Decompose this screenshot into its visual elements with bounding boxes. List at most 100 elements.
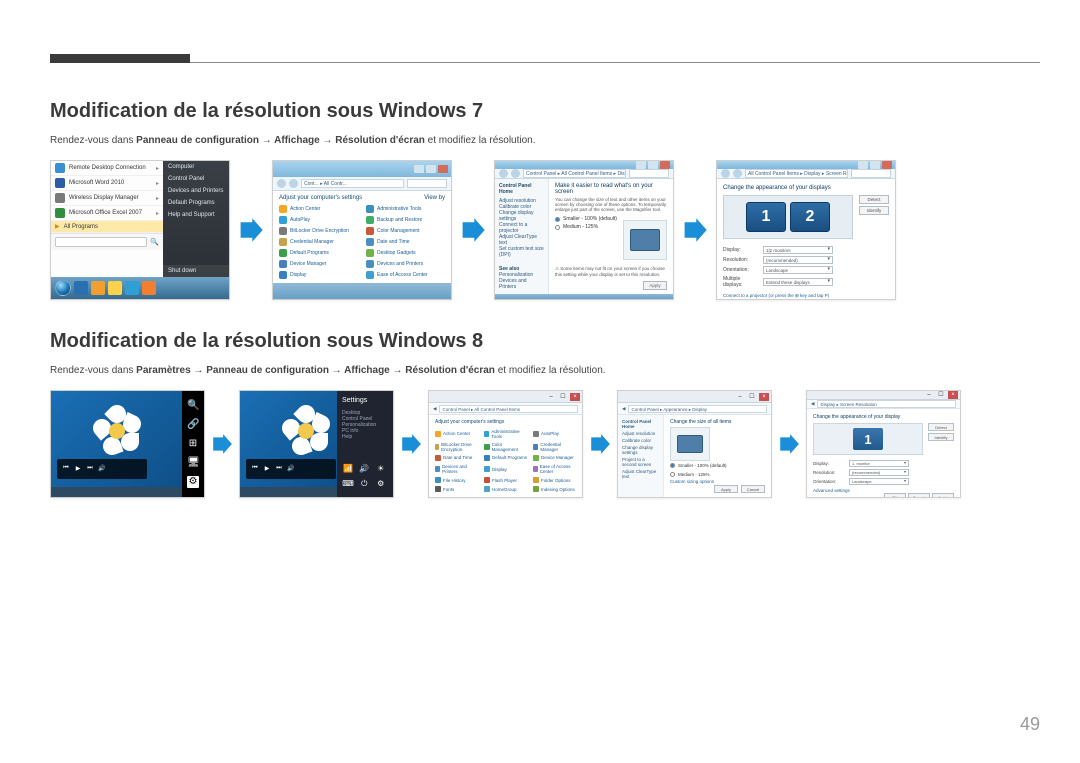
settings-tile-icon[interactable]: ⏻ <box>358 479 370 491</box>
ok-button[interactable]: OK <box>884 493 906 498</box>
start-orb-icon[interactable] <box>55 280 71 296</box>
nav-back-icon[interactable] <box>499 169 508 178</box>
maximize-icon[interactable] <box>426 165 436 173</box>
cp-item[interactable]: Device Manager <box>279 259 358 268</box>
nav-back-icon[interactable] <box>721 169 730 178</box>
player-button-icon[interactable]: ⏭ <box>86 465 94 473</box>
cp-item[interactable]: Display <box>279 270 358 279</box>
monitor-1-icon[interactable]: 1 <box>746 202 786 232</box>
minimize-icon[interactable]: – <box>546 393 556 401</box>
maximize-icon[interactable]: ☐ <box>747 393 757 401</box>
nav-fwd-icon[interactable] <box>733 169 742 178</box>
display-dropdown[interactable]: 1. monitor <box>849 460 909 467</box>
size-option-medium[interactable]: Medium - 125% <box>670 472 765 477</box>
cp-item[interactable]: Ease of Access Center <box>366 270 445 279</box>
cp-item[interactable]: HomeGroup <box>484 486 527 493</box>
maximize-icon[interactable]: ☐ <box>558 393 568 401</box>
player-button-icon[interactable]: ⏮ <box>62 465 70 473</box>
cp-item[interactable]: Display <box>484 463 527 474</box>
charm-icon[interactable]: 🖥 <box>187 457 199 469</box>
cp-item[interactable]: Devices and Printers <box>366 259 445 268</box>
close-icon[interactable] <box>660 161 670 169</box>
cp-item[interactable]: Default Programs <box>279 248 358 257</box>
player-button-icon[interactable]: ▶ <box>74 465 82 473</box>
taskbar-app-icon[interactable] <box>108 281 122 295</box>
start-right-item[interactable]: Help and Support <box>163 209 229 221</box>
taskbar-app-icon[interactable] <box>91 281 105 295</box>
search-box[interactable] <box>407 179 447 188</box>
multi-dropdown[interactable]: Extend these displays <box>763 278 833 286</box>
cp-item[interactable]: Color Management <box>366 227 445 236</box>
minimize-icon[interactable] <box>636 161 646 169</box>
search-box[interactable] <box>851 169 891 178</box>
sidebar-link[interactable]: Adjust resolution <box>622 431 659 436</box>
resolution-dropdown[interactable]: (recommended) <box>849 469 909 476</box>
link[interactable]: Make text and other items larger or smal… <box>723 299 889 300</box>
nav-back-icon[interactable] <box>277 179 286 188</box>
cp-item[interactable]: Credential Manager <box>533 441 576 452</box>
orientation-dropdown[interactable]: Landscape <box>763 266 833 274</box>
sidebar-link[interactable]: Change display settings <box>622 445 659 455</box>
cp-item[interactable]: Indexing Options <box>533 486 576 493</box>
start-right-item[interactable]: Control Panel <box>163 173 229 185</box>
sidebar-link[interactable]: Adjust ClearType text <box>622 469 659 479</box>
settings-tile-icon[interactable]: 🔊 <box>358 464 370 476</box>
close-icon[interactable]: × <box>570 393 580 401</box>
cp-item[interactable]: Color Management <box>484 441 527 452</box>
settings-item[interactable]: Help <box>342 434 388 440</box>
cp-item[interactable]: BitLocker Drive Encryption <box>435 441 478 452</box>
minimize-icon[interactable] <box>414 165 424 173</box>
cp-item[interactable]: Device Manager <box>533 454 576 461</box>
sidebar-link[interactable]: Connect to a projector <box>499 222 544 234</box>
charm-icon[interactable]: 🔍 <box>187 400 199 412</box>
cp-item[interactable]: File History <box>435 477 478 484</box>
cp-item[interactable]: Credential Manager <box>279 238 358 247</box>
start-menu-item[interactable]: Wireless Display Manager▸ <box>51 191 163 206</box>
player-button-icon[interactable]: ⏭ <box>275 465 283 473</box>
cancel-button[interactable]: Cancel <box>908 493 930 498</box>
nav-fwd-icon[interactable] <box>289 179 298 188</box>
display-dropdown[interactable]: 1|2 monitors <box>763 246 833 254</box>
settings-tile-icon[interactable]: ☀ <box>375 464 387 476</box>
identify-button[interactable]: Identify <box>928 433 954 441</box>
settings-tile-icon[interactable]: 📶 <box>342 464 354 476</box>
start-menu-item[interactable]: Remote Desktop Connection▸ <box>51 161 163 176</box>
cp-item[interactable]: Desktop Gadgets <box>366 248 445 257</box>
cp-item[interactable]: Folder Options <box>533 477 576 484</box>
nav-back-icon[interactable]: ◀ <box>811 401 814 407</box>
size-option-medium[interactable]: Medium - 125% <box>555 224 623 230</box>
cp-item[interactable]: Administrative Tools <box>484 428 527 439</box>
monitor-1-icon[interactable]: 1 <box>853 428 883 450</box>
cp-item[interactable]: AutoPlay <box>533 428 576 439</box>
start-right-item[interactable]: Default Programs <box>163 197 229 209</box>
minimize-icon[interactable]: – <box>735 393 745 401</box>
cp-item[interactable]: AutoPlay <box>279 216 358 225</box>
apply-button[interactable]: Apply <box>932 493 954 498</box>
start-search-input[interactable] <box>55 237 147 247</box>
cp-item[interactable]: Action Center <box>279 205 358 214</box>
search-box[interactable] <box>629 169 669 178</box>
close-icon[interactable]: × <box>759 393 769 401</box>
maximize-icon[interactable]: ☐ <box>936 391 946 399</box>
monitor-2-icon[interactable]: 2 <box>790 202 830 232</box>
cp-item[interactable]: Action Center <box>435 428 478 439</box>
maximize-icon[interactable] <box>870 161 880 169</box>
start-menu-item[interactable]: Microsoft Office Excel 2007▸ <box>51 206 163 221</box>
settings-tile-icon[interactable]: ⌨ <box>342 479 354 491</box>
sidebar-link[interactable]: Adjust ClearType text <box>499 234 544 246</box>
close-icon[interactable]: × <box>948 391 958 399</box>
charm-icon[interactable]: ⚙ <box>187 476 199 488</box>
player-button-icon[interactable]: 🔊 <box>287 465 295 473</box>
cp-item[interactable]: Fonts <box>435 486 478 493</box>
sidebar-link[interactable]: Devices and Printers <box>499 278 544 290</box>
apply-button[interactable]: Apply <box>714 485 738 493</box>
player-button-icon[interactable]: 🔊 <box>98 465 106 473</box>
cp-item[interactable]: Date and Time <box>366 238 445 247</box>
detect-button[interactable]: Detect <box>928 423 954 431</box>
taskbar-app-icon[interactable] <box>74 281 88 295</box>
cp-item[interactable]: Backup and Restore <box>366 216 445 225</box>
cp-item[interactable]: Ease of Access Center <box>533 463 576 474</box>
cp-item[interactable]: Devices and Printers <box>435 463 478 474</box>
close-icon[interactable] <box>438 165 448 173</box>
identify-button[interactable]: Identify <box>859 206 889 215</box>
